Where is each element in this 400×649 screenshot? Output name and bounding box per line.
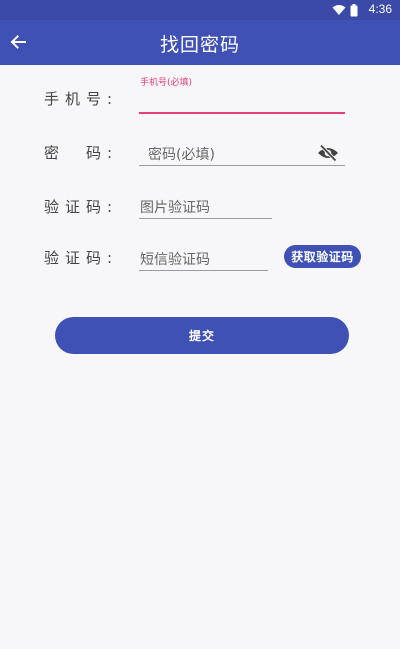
password-input[interactable]: 密码(必填) [139,142,345,166]
submit-button[interactable]: 提交 [55,317,349,354]
status-bar: 4:36 [0,0,400,20]
password-placeholder: 密码(必填) [148,147,215,163]
wifi-icon [332,5,346,15]
sms-code-placeholder: 短信验证码 [140,252,210,268]
page-title: 找回密码 [159,34,240,56]
image-code-label: 验证码: [44,198,119,216]
status-time: 4:36 [368,2,392,16]
phone-label: 手机号: [44,90,119,108]
status-icons [332,3,358,17]
eye-off-icon[interactable] [317,144,339,162]
get-sms-code-button[interactable]: 获取验证码 [284,245,361,268]
password-label: 密 码: [44,144,119,162]
battery-icon [350,3,358,16]
app-bar: 找回密码 [0,20,400,65]
sms-code-label: 验证码: [44,249,119,267]
phone-floating-label: 手机号(必填) [140,78,193,88]
sms-code-input[interactable]: 短信验证码 [139,247,268,271]
phone-input[interactable] [139,90,345,114]
image-code-input[interactable]: 图片验证码 [139,195,272,219]
image-code-placeholder: 图片验证码 [140,200,210,216]
